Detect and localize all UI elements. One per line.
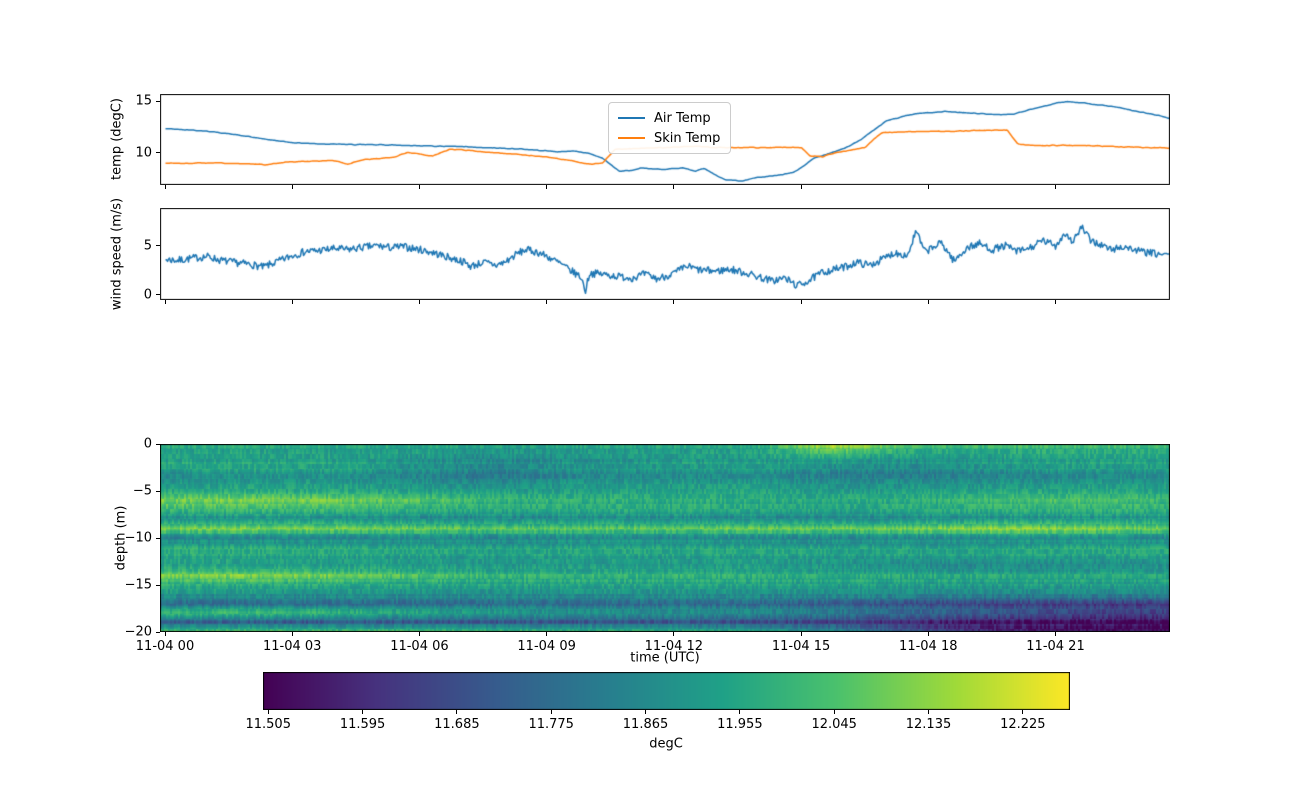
x-tick-mark: [291, 632, 293, 636]
y-tick-mark: [156, 490, 160, 492]
x-tick-mark: [673, 300, 675, 304]
colorbar-tick-mark: [833, 710, 835, 714]
wind-y-axis-label: wind speed (m/s): [109, 197, 125, 311]
x-tick-mark: [418, 300, 420, 304]
x-tick-mark: [546, 300, 548, 304]
legend-label-air-temp: Air Temp: [654, 110, 711, 126]
x-tick-mark: [800, 185, 802, 189]
colorbar-tick-mark: [739, 710, 741, 714]
colorbar-tick-mark: [362, 710, 364, 714]
x-tick-label: 11-04 06: [390, 639, 449, 654]
x-tick-label: 11-04 00: [135, 639, 195, 654]
y-tick-mark: [156, 294, 160, 296]
x-tick-mark: [291, 300, 293, 304]
x-tick-label: 11-04 09: [517, 639, 576, 654]
x-tick-mark: [927, 632, 929, 636]
x-tick-label: 11-04 03: [262, 639, 322, 654]
x-tick-mark: [800, 632, 802, 636]
x-tick-mark: [800, 300, 802, 304]
x-tick-mark: [291, 185, 293, 189]
wind-plot-canvas: [160, 208, 1170, 300]
x-tick-mark: [418, 632, 420, 636]
colorbar-tick-label: 11.775: [528, 717, 574, 732]
y-tick-mark: [156, 537, 160, 539]
y-tick-mark: [156, 631, 160, 633]
x-tick-mark: [673, 632, 675, 636]
y-tick-label: −5: [132, 483, 152, 499]
x-tick-mark: [1055, 632, 1056, 636]
colorbar-tick-mark: [550, 710, 552, 714]
legend-item-air-temp: Air Temp: [618, 108, 720, 128]
colorbar-label: degC: [649, 736, 683, 752]
air-temp-line-swatch: [618, 116, 645, 120]
legend-label-skin-temp: Skin Temp: [654, 130, 721, 146]
y-tick-label: −10: [124, 530, 152, 546]
heatmap-axes: 0 −5 −10 −15 −20 11-04 00 11-04 03 11-04 06 11-0…: [125, 438, 1170, 653]
wind-axes: 50: [144, 208, 1170, 304]
x-tick-label: 11-04 18: [899, 639, 958, 654]
time-x-axis-label: time (UTC): [630, 650, 700, 666]
colorbar-tick-label: 11.955: [717, 717, 763, 732]
heatmap-canvas: [160, 444, 1170, 632]
x-tick-mark: [927, 300, 929, 304]
figure: temp (degC) wind speed (m/s) depth (m) A…: [0, 0, 1300, 800]
x-tick-mark: [164, 300, 166, 304]
colorbar-canvas: [263, 672, 1070, 710]
x-tick-mark: [673, 185, 675, 189]
temp-y-axis-label: temp (degC): [109, 98, 125, 180]
y-tick-label: 5: [143, 238, 152, 254]
colorbar-tick-mark: [928, 710, 929, 714]
y-tick-label: 0: [143, 436, 152, 452]
colorbar-tick-label: 11.685: [434, 717, 480, 732]
colorbar-tick-label: 11.595: [339, 717, 386, 732]
x-tick-mark: [546, 632, 548, 636]
colorbar-tick-label: 12.045: [811, 717, 857, 732]
y-tick-mark: [156, 443, 160, 445]
y-tick-mark: [156, 245, 160, 247]
x-tick-mark: [1055, 300, 1056, 304]
x-tick-label: 11-04 21: [1026, 639, 1085, 654]
y-tick-label: 10: [135, 145, 152, 161]
colorbar-tick-label: 12.225: [1000, 717, 1046, 732]
colorbar-tick-mark: [1022, 710, 1024, 714]
colorbar-tick-label: 11.505: [245, 717, 291, 732]
y-tick-mark: [156, 100, 160, 102]
colorbar-tick-mark: [456, 710, 458, 714]
x-tick-mark: [164, 185, 166, 189]
y-tick-mark: [156, 584, 160, 586]
y-tick-label: 15: [135, 93, 152, 109]
x-tick-mark: [927, 185, 929, 189]
temp-axes: Air Temp Skin Temp 15 10: [135, 94, 1170, 189]
x-tick-mark: [164, 632, 166, 636]
colorbar-tick-label: 11.865: [622, 717, 669, 732]
y-tick-label: −15: [124, 577, 152, 593]
x-tick-mark: [1055, 185, 1056, 189]
skin-temp-line-swatch: [618, 136, 645, 140]
colorbar-tick-mark: [267, 710, 269, 714]
colorbar-axes: 11.505 11.595 11.685 11.775 11.865 11.955 12.0…: [245, 672, 1070, 731]
legend: Air Temp Skin Temp: [608, 102, 732, 154]
y-tick-mark: [156, 152, 160, 154]
x-tick-mark: [418, 185, 420, 189]
colorbar-tick-label: 12.135: [905, 717, 952, 732]
x-tick-label: 11-04 15: [771, 639, 831, 654]
y-tick-label: −20: [124, 624, 152, 640]
legend-item-skin-temp: Skin Temp: [618, 128, 720, 148]
y-tick-label: 0: [143, 287, 152, 303]
colorbar-tick-mark: [645, 710, 647, 714]
x-tick-mark: [546, 185, 548, 189]
